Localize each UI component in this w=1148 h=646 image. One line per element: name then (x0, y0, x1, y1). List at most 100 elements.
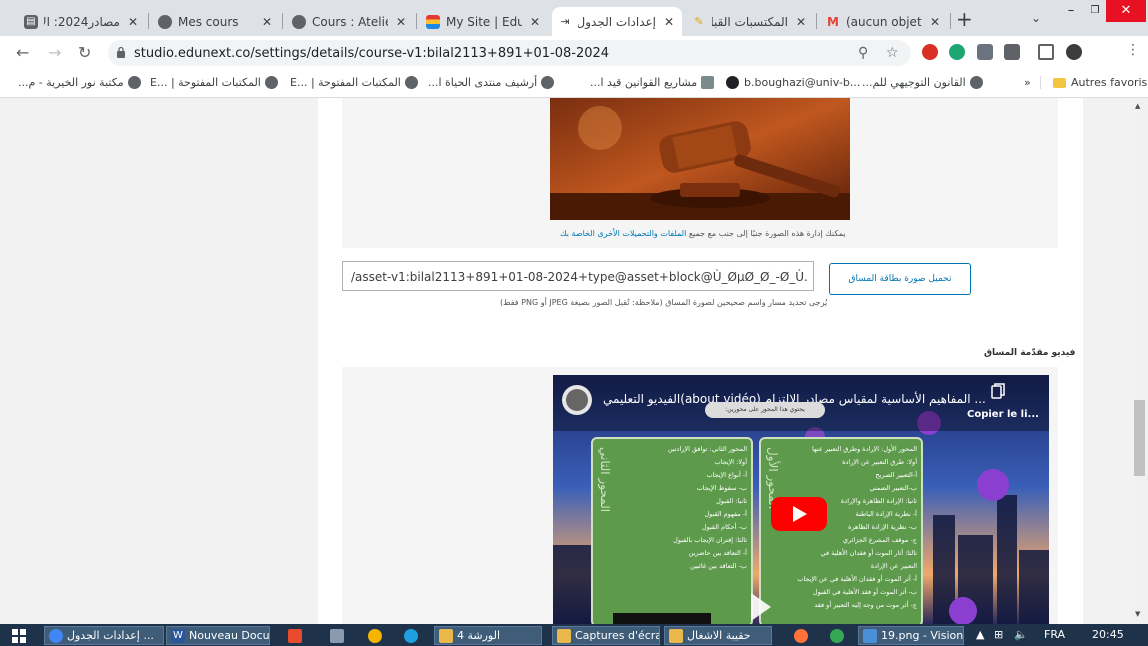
taskbar-chrome-window[interactable]: إعدادات الجدول ... (44, 626, 164, 645)
globe-icon (127, 76, 141, 89)
network-icon[interactable]: ⊞ (994, 628, 1003, 641)
card-line: المحور الثاني: توافق الإرادتين (667, 445, 747, 453)
taskbar-folder-workshop[interactable]: الورشة 4 (434, 626, 542, 645)
taskbar-word-window[interactable]: W Nouveau Docu... (166, 626, 270, 645)
address-bar[interactable]: studio.edunext.co/settings/details/cours… (108, 40, 911, 66)
menu-kebab-icon[interactable]: ⋮ (1126, 42, 1140, 58)
copy-link-label[interactable]: Copier le li... (967, 409, 1039, 420)
card-line: المحور الأول: الإرادة وطرق التعبير عنها (811, 445, 917, 453)
bookmark-item[interactable]: المكتبات المفتوحة | ...E (290, 76, 418, 89)
start-button[interactable] (8, 626, 36, 645)
page-viewport: يمكنك إدارة هذه الصورة جنبًا إلى جنب مع … (0, 98, 1148, 624)
card-line: ثانيا: القبول (716, 497, 747, 505)
tab-4[interactable]: My Site | Edune ✕ (420, 7, 548, 36)
bookmarks-overflow-button[interactable]: » (1024, 76, 1031, 89)
bookmark-item[interactable]: b.boughazi@univ-b... (726, 76, 860, 89)
close-icon[interactable]: ✕ (794, 15, 808, 29)
taskbar-pdf-app[interactable] (284, 626, 306, 645)
side-panel-icon[interactable] (1038, 44, 1054, 60)
tab-title: المكتسبات القبل (712, 14, 788, 29)
bookmark-item[interactable]: القانون التوجيهي للم... (862, 76, 983, 89)
bookmark-item[interactable]: مشاريع القوانين قيد ا... (590, 76, 715, 89)
taskbar-folder-screenshots[interactable]: Captures d'écran (552, 626, 660, 645)
forward-button[interactable]: → (48, 44, 61, 62)
close-icon[interactable]: ✕ (126, 15, 140, 29)
internet-explorer-icon (404, 628, 418, 643)
youtube-video-player[interactable]: ... المفاهيم الأساسية لمقياس مصادر الالت… (553, 375, 1049, 624)
system-clock[interactable]: 20:45 (1092, 628, 1124, 641)
show-hidden-icons-icon[interactable]: ▲ (976, 628, 984, 641)
bookmarks-bar: مكتبة نور الخيرية - م... المكتبات المفتو… (0, 70, 1148, 98)
opera-extension-icon[interactable] (922, 44, 938, 60)
tab-6[interactable]: ✎ المكتسبات القبل ✕ (686, 7, 814, 36)
scroll-up-arrow-icon[interactable]: ▲ (1135, 102, 1140, 110)
card-line: أولا: الإيجاب (714, 458, 747, 466)
close-icon[interactable]: ✕ (928, 15, 942, 29)
extension-icon[interactable] (977, 44, 993, 60)
tab-title: Cours : Atelier S (312, 14, 388, 29)
taskbar-ie-app[interactable] (400, 626, 422, 645)
card-line: ثالثا: أثار الموت أو فقدان الأهلية في (820, 549, 917, 557)
folder-icon (669, 628, 683, 643)
tab-title: إعدادات الجدول (578, 14, 656, 29)
reload-button[interactable]: ↻ (78, 44, 91, 62)
browser-toolbar: ← → ↻ studio.edunext.co/settings/details… (0, 36, 1148, 70)
profile-avatar[interactable] (1066, 44, 1082, 60)
scroll-down-arrow-icon[interactable]: ▼ (1135, 610, 1140, 618)
chrome-icon (830, 628, 844, 643)
tab-title: مصادر2024: الإ (44, 14, 120, 29)
input-language-indicator[interactable]: FRA (1044, 628, 1065, 641)
close-icon[interactable]: ✕ (662, 15, 676, 29)
video-caption-bar (613, 613, 711, 624)
tab-1[interactable]: ▤ مصادر2024: الإ ✕ (18, 7, 146, 36)
youtube-play-button-icon[interactable] (771, 497, 827, 531)
chrome-icon (368, 628, 382, 643)
tab-search-chevron-icon[interactable]: ⌄ (1031, 11, 1041, 25)
other-bookmarks-folder[interactable]: Autres favoris (1040, 76, 1147, 89)
close-icon[interactable]: ✕ (394, 15, 408, 29)
bookmark-item[interactable]: أرشيف منتدى الحياة ا... (428, 76, 555, 89)
bookmark-item[interactable]: المكتبات المفتوحة | ...E (150, 76, 278, 89)
video-subtitle-banner: يحتوي هذا المحور على محورين: (705, 402, 825, 418)
url-text: studio.edunext.co/settings/details/cours… (134, 46, 610, 61)
card-line: أ- التعاقد بين حاضرين (688, 549, 747, 557)
taskbar-image-viewer[interactable]: 19.png - Vision... (858, 626, 964, 645)
zoom-icon[interactable]: ⚲ (858, 45, 868, 61)
window-close-button[interactable]: ✕ (1106, 0, 1146, 22)
scrollbar-thumb[interactable] (1134, 400, 1145, 476)
tab-3[interactable]: Cours : Atelier S ✕ (286, 7, 414, 36)
tab-7[interactable]: M (aucun objet) - ✕ (820, 7, 948, 36)
word-icon: W (171, 628, 185, 643)
bookmark-item[interactable]: مكتبة نور الخيرية - م... (18, 76, 141, 89)
firefox-icon (794, 628, 808, 643)
pdf-reader-icon (288, 628, 302, 643)
chrome-icon (49, 628, 63, 643)
tab-5-active[interactable]: ⇥ إعدادات الجدول ✕ (552, 7, 682, 36)
taskbar-folder-work-bag[interactable]: حقيبة الاشغال (664, 626, 772, 645)
taskbar-chrome-app-2[interactable] (826, 626, 848, 645)
volume-icon[interactable]: 🔈 (1014, 628, 1028, 641)
edunext-icon (426, 14, 440, 29)
back-button[interactable]: ← (16, 44, 29, 62)
course-image-path-input[interactable]: /asset-v1:bilal2113+891+01-08-2024+type@… (342, 261, 814, 291)
upload-course-card-image-button[interactable]: تحميل صورة بطاقة المساق (829, 263, 971, 295)
files-uploads-link[interactable]: الملفات والتحميلات الأخرى الخاصة بك (560, 229, 686, 238)
close-icon[interactable]: ✕ (260, 15, 274, 29)
card-line: أولا: طرق التعبير عن الإرادة (842, 458, 917, 466)
close-icon[interactable]: ✕ (528, 15, 542, 29)
puzzle-extensions-icon[interactable] (1004, 44, 1020, 60)
grammarly-extension-icon[interactable] (949, 44, 965, 60)
card-line: ب-التعبير الضمني (869, 484, 917, 492)
page-scrollbar[interactable]: ▲ ▼ (1131, 98, 1148, 624)
taskbar-chrome-app[interactable] (364, 626, 386, 645)
course-intro-video-heading: فيديو مقدّمة المساق (984, 348, 1076, 358)
course-card-image (550, 98, 850, 220)
bookmark-star-icon[interactable]: ☆ (886, 45, 899, 61)
copy-link-icon[interactable] (991, 383, 1005, 399)
image-path-help-text: يُرجى تحديد مسار واسم صحيحين لصورة المسا… (500, 298, 828, 307)
taskbar-app[interactable] (326, 626, 348, 645)
card-line: التعبير عن الإرادة (870, 562, 917, 570)
taskbar-firefox-app[interactable] (790, 626, 812, 645)
new-tab-button[interactable]: + (956, 9, 973, 29)
tab-2[interactable]: Mes cours ✕ (152, 7, 280, 36)
